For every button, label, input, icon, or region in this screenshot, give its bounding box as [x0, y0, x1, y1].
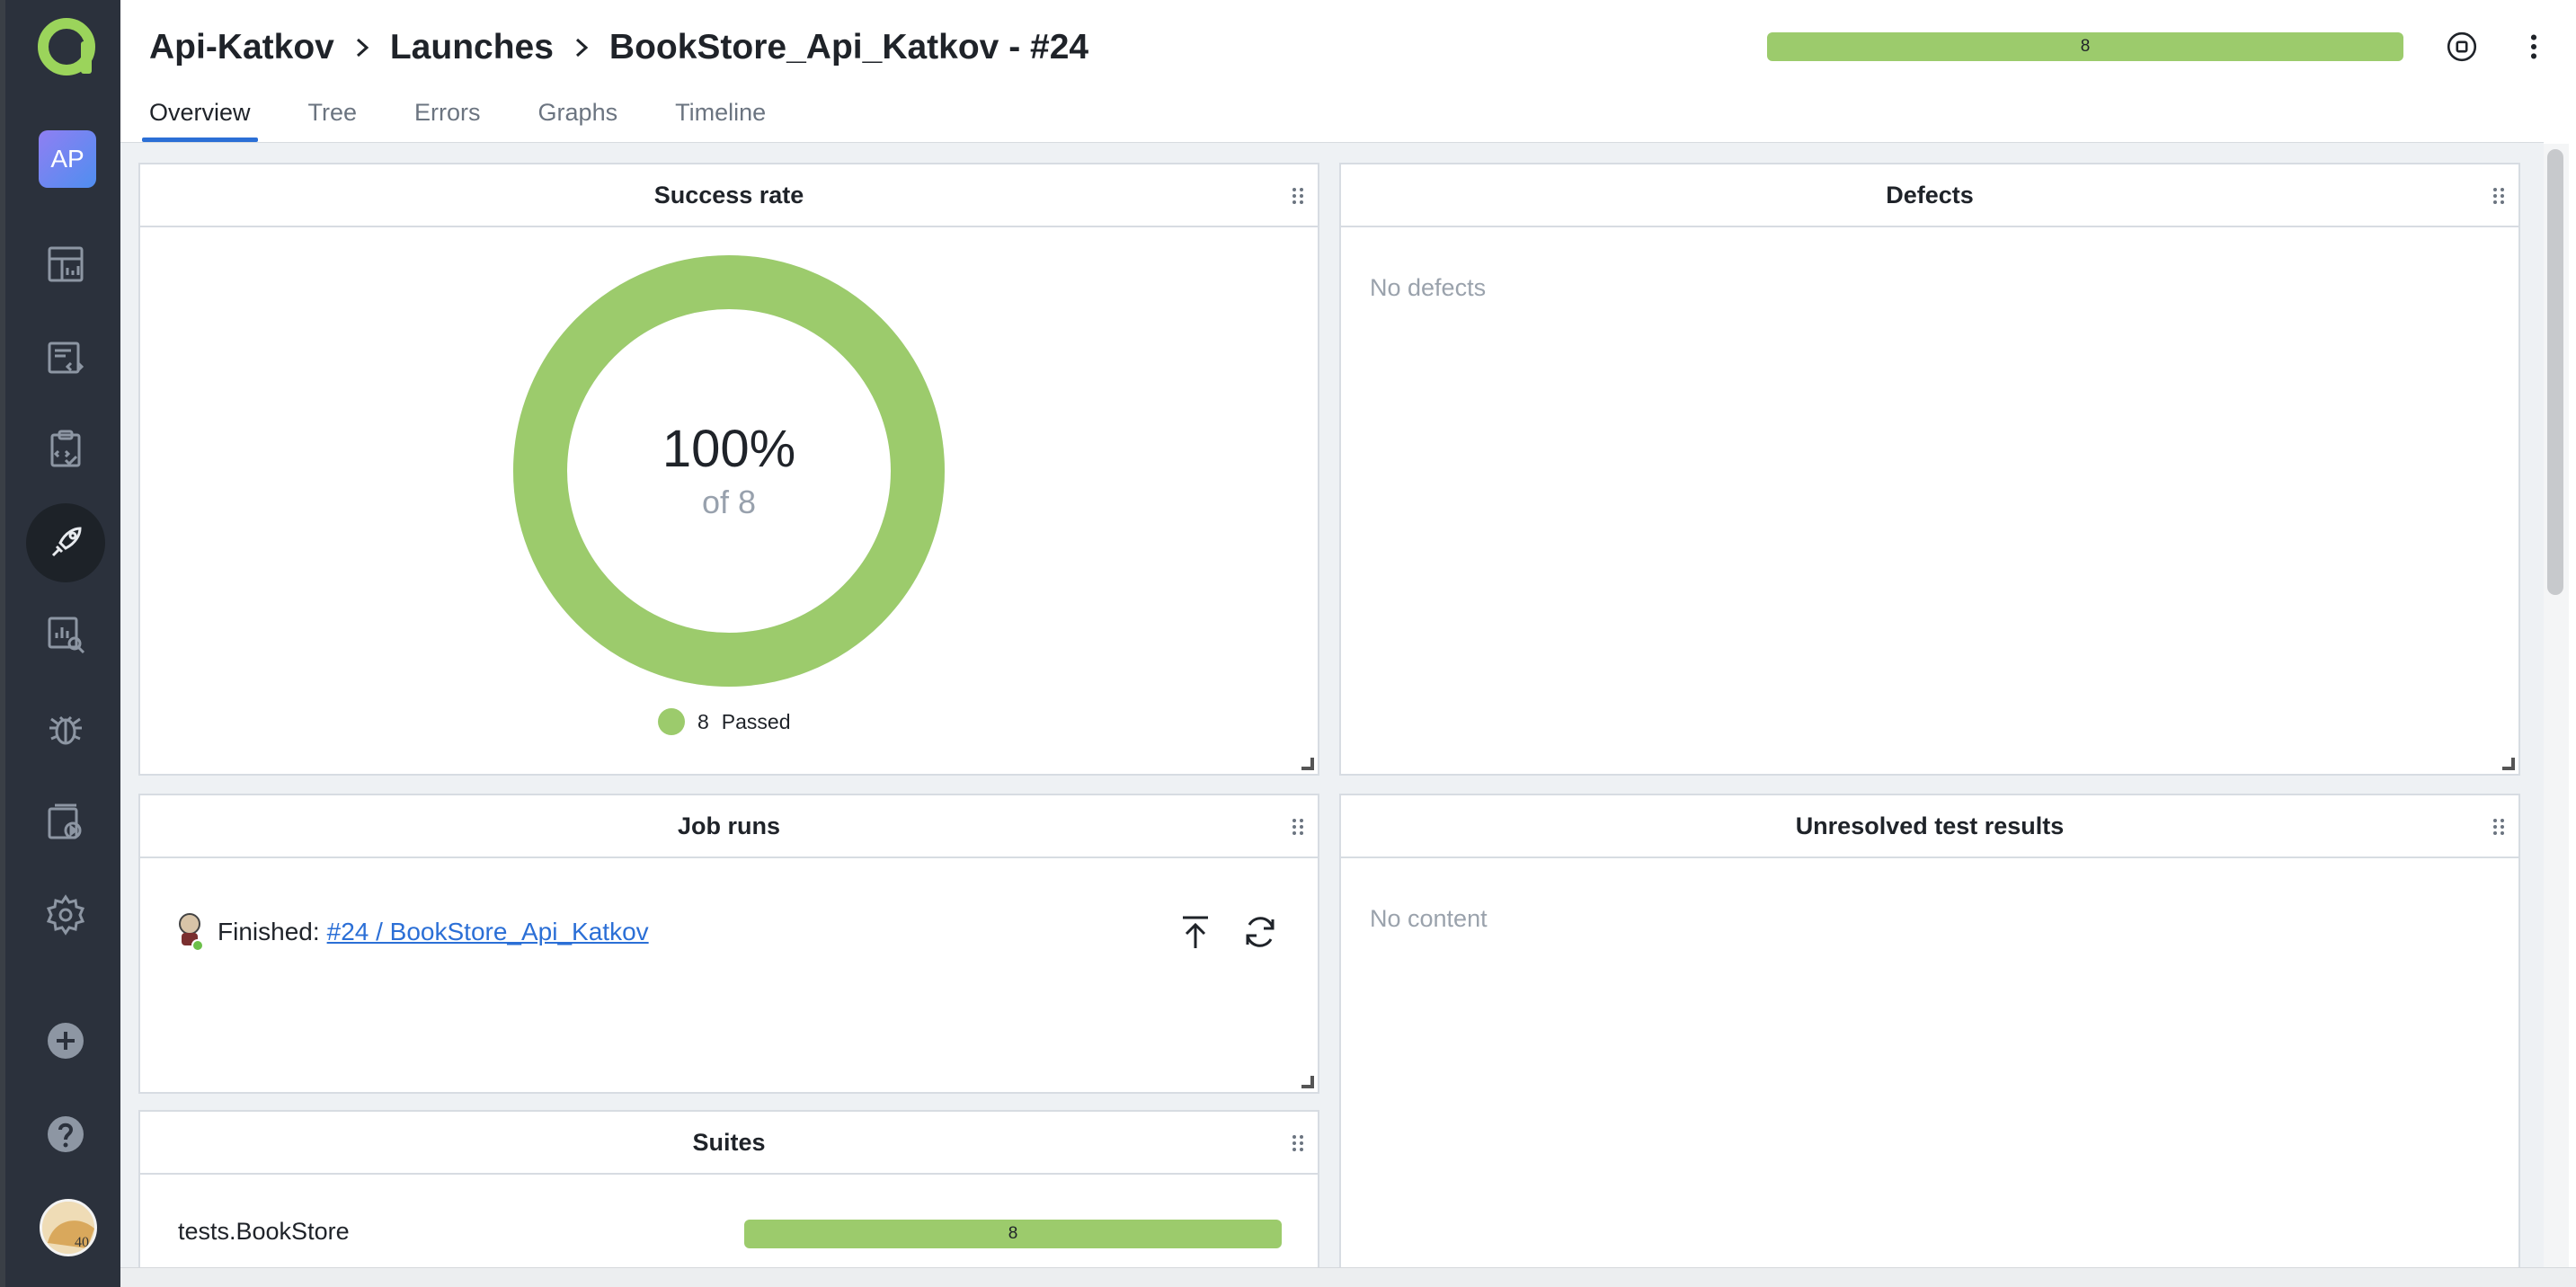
job-runs-widget: Job runs Finished: #24 / BookStore_Api_K… — [138, 794, 1319, 1094]
drag-handle-icon[interactable] — [2492, 817, 2506, 837]
job-run-row: Finished: #24 / BookStore_Api_Katkov — [176, 905, 1291, 959]
app-window: AP 40 Api-Katkov Launches BookStore_Api_… — [0, 0, 2576, 1287]
defects-empty-text: No defects — [1370, 274, 1487, 301]
widget-title: Unresolved test results — [1341, 795, 2518, 858]
job-run-link[interactable]: #24 / BookStore_Api_Katkov — [327, 918, 649, 946]
success-donut-chart: 100% of 8 — [512, 254, 946, 688]
chevron-right-icon — [356, 38, 369, 58]
unresolved-title: Unresolved test results — [1795, 812, 2065, 839]
sidebar: AP 40 — [0, 0, 120, 1287]
breadcrumb-launches[interactable]: Launches — [390, 28, 554, 67]
tab-overview[interactable]: Overview — [142, 90, 258, 142]
overview-content: Success rate 100% of 8 8 Passed Defects … — [120, 142, 2544, 1287]
resize-handle[interactable] — [1301, 758, 1314, 770]
donut-center: 100% of 8 — [512, 254, 946, 688]
avatar-text: 40 — [75, 1235, 89, 1250]
launch-status-bar: 8 — [1767, 32, 2403, 61]
more-menu-icon[interactable] — [2513, 26, 2554, 67]
suites-widget: Suites tests.BookStore 8 — [138, 1110, 1319, 1287]
scrollbar-thumb[interactable] — [2547, 149, 2563, 595]
dashboards-icon[interactable] — [26, 225, 105, 304]
suite-name: tests.BookStore — [178, 1218, 350, 1245]
rerun-icon[interactable] — [1240, 912, 1280, 952]
unresolved-empty-text: No content — [1370, 905, 1488, 932]
job-runs-title: Job runs — [677, 812, 780, 839]
resize-handle[interactable] — [2502, 758, 2515, 770]
widget-title: Job runs — [140, 795, 1318, 858]
widget-title: Suites — [140, 1112, 1318, 1175]
success-rate-title: Success rate — [653, 181, 804, 209]
test-cases-icon[interactable] — [26, 318, 105, 397]
test-plans-icon[interactable] — [26, 410, 105, 489]
breadcrumb-launch-name: BookStore_Api_Katkov - #24 — [608, 28, 1089, 67]
breadcrumb: Api-Katkov Launches BookStore_Api_Katkov… — [149, 25, 1088, 70]
analytics-icon[interactable] — [26, 595, 105, 674]
job-status-label: Finished: — [218, 918, 320, 945]
bottom-strip — [120, 1267, 2576, 1287]
legend-count: 8 — [697, 709, 709, 733]
help-icon[interactable] — [26, 1095, 105, 1174]
user-avatar[interactable]: 40 — [40, 1199, 97, 1256]
tab-timeline[interactable]: Timeline — [675, 90, 766, 142]
chevron-right-icon — [575, 38, 589, 58]
tab-errors[interactable]: Errors — [414, 90, 481, 142]
upload-results-icon[interactable] — [1176, 912, 1215, 952]
success-rate-widget: Success rate 100% of 8 8 Passed — [138, 163, 1319, 776]
drag-handle-icon[interactable] — [1291, 1133, 1305, 1153]
allure-logo-icon[interactable] — [31, 11, 102, 83]
jenkins-icon — [179, 913, 203, 952]
donut-legend[interactable]: 8 Passed — [658, 708, 791, 735]
widget-title: Success rate — [140, 164, 1318, 227]
suite-count: 8 — [1008, 1224, 1018, 1243]
drag-handle-icon[interactable] — [2492, 186, 2506, 206]
widget-title: Defects — [1341, 164, 2518, 227]
defects-title: Defects — [1886, 181, 1974, 209]
add-icon[interactable] — [26, 1001, 105, 1080]
jobs-icon[interactable] — [26, 782, 105, 861]
unresolved-widget: Unresolved test results No content — [1339, 794, 2520, 1279]
breadcrumb-project[interactable]: Api-Katkov — [149, 28, 334, 67]
stop-launch-icon[interactable] — [2441, 26, 2483, 67]
project-badge[interactable]: AP — [39, 130, 96, 188]
launch-status-count: 8 — [2080, 37, 2091, 56]
suite-status-bar[interactable]: 8 — [744, 1220, 1282, 1248]
success-total: of 8 — [701, 483, 757, 520]
launch-tabs: Overview Tree Errors Graphs Timeline — [142, 90, 766, 142]
passed-legend-dot — [658, 708, 685, 735]
legend-label: Passed — [721, 709, 791, 733]
tab-tree[interactable]: Tree — [308, 90, 358, 142]
launches-icon[interactable] — [26, 503, 105, 582]
tab-graphs[interactable]: Graphs — [538, 90, 618, 142]
settings-icon[interactable] — [26, 875, 105, 954]
drag-handle-icon[interactable] — [1291, 186, 1305, 206]
suites-title: Suites — [692, 1128, 766, 1156]
resize-handle[interactable] — [1301, 1076, 1314, 1088]
drag-handle-icon[interactable] — [1291, 817, 1305, 837]
success-percent: 100% — [662, 420, 796, 479]
defects-widget: Defects No defects — [1339, 163, 2520, 776]
defects-icon[interactable] — [26, 688, 105, 768]
